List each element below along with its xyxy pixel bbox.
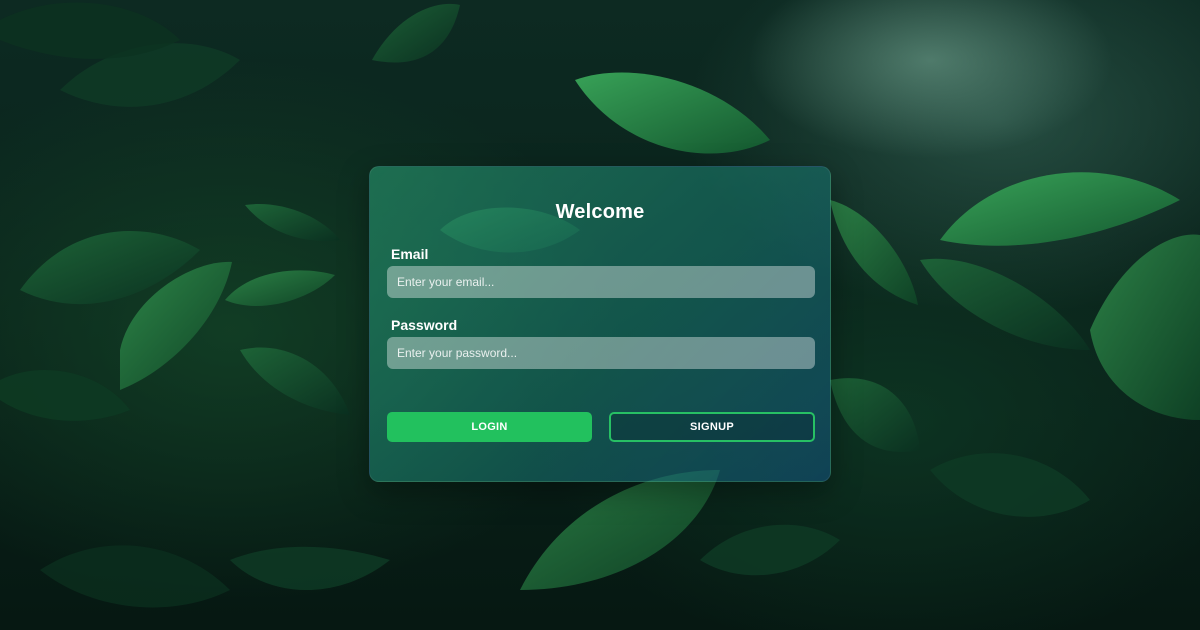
password-label: Password <box>391 317 458 333</box>
signup-button[interactable]: SIGNUP <box>609 412 815 442</box>
page-title: Welcome <box>555 201 645 223</box>
email-label: Email <box>391 246 429 262</box>
email-input[interactable] <box>387 266 815 298</box>
password-input[interactable] <box>387 337 815 369</box>
login-button[interactable]: LOGIN <box>387 412 592 442</box>
login-card: Welcome Email Password LOGIN SIGNUP <box>369 166 831 482</box>
login-page: Welcome Email Password LOGIN SIGNUP <box>0 0 1200 630</box>
